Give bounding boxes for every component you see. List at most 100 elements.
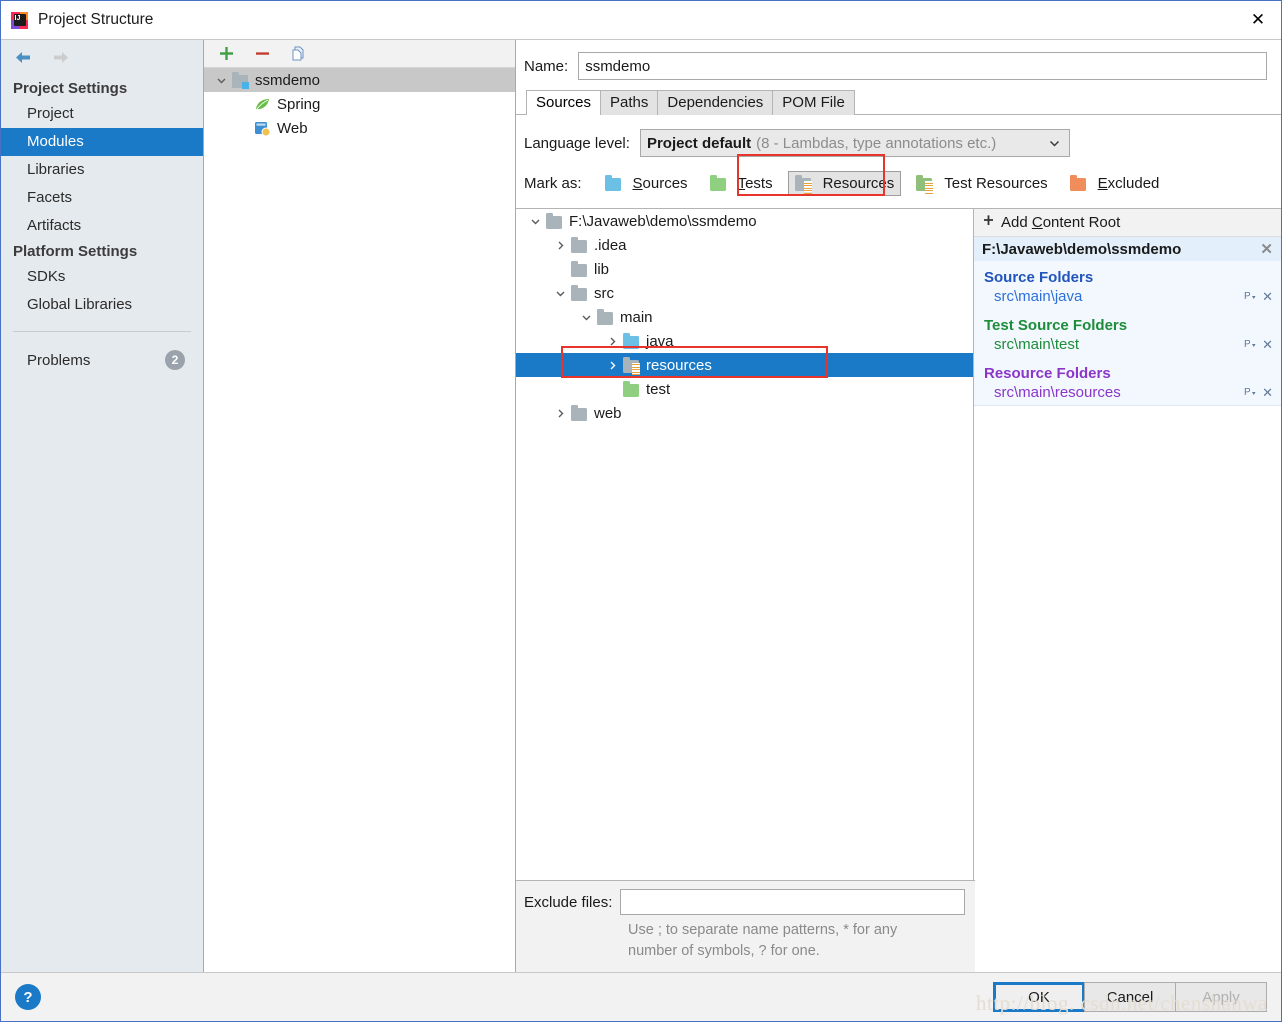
remove-source-folder-icon[interactable]: ✕ <box>1262 289 1273 305</box>
chevron-down-icon <box>1048 137 1061 154</box>
module-details-panel: Name: Sources Paths Dependencies POM Fil… <box>516 40 1281 972</box>
copy-module-icon[interactable] <box>288 44 308 64</box>
resources-folder-icon <box>623 356 640 375</box>
module-folder-icon <box>232 71 249 89</box>
file-tree-label: web <box>594 404 622 422</box>
exclude-files-hint-line2: number of symbols, ? for one. <box>628 943 820 959</box>
source-folder-entry[interactable]: src\main\java P ✕ <box>974 287 1281 309</box>
chevron-down-icon[interactable] <box>524 216 546 227</box>
exclude-files-row: Exclude files: <box>524 889 965 915</box>
file-tree-row-content-root[interactable]: F:\Javaweb\demo\ssmdemo <box>516 209 973 233</box>
content-root-block: F:\Javaweb\demo\ssmdemo ✕ Source Folders… <box>974 237 1281 406</box>
window-title: Project Structure <box>38 11 154 28</box>
project-structure-dialog: Project Structure ✕ Project Settings Pro… <box>0 0 1282 1022</box>
sidebar-group-platform-settings: Platform Settings <box>13 243 138 260</box>
chevron-down-icon[interactable] <box>210 75 232 86</box>
tab-paths[interactable]: Paths <box>600 90 659 115</box>
mark-as-resources-button[interactable]: Resources <box>787 171 902 196</box>
module-tree-label: Web <box>277 119 308 137</box>
plus-icon <box>982 214 995 231</box>
help-button[interactable]: ? <box>15 984 41 1010</box>
resource-folders-title: Resource Folders <box>984 365 1111 382</box>
sidebar-item-modules[interactable]: Modules <box>1 128 203 156</box>
tab-sources[interactable]: Sources <box>526 90 602 115</box>
sidebar-item-artifacts[interactable]: Artifacts <box>1 212 203 240</box>
exclude-files-hint-line1: Use ; to separate name patterns, * for a… <box>628 922 898 938</box>
intellij-idea-icon <box>11 11 28 29</box>
module-tree-row-ssmdemo[interactable]: ssmdemo <box>204 68 515 92</box>
resource-folder-actions: P ✕ <box>1244 385 1273 401</box>
sidebar-item-libraries[interactable]: Libraries <box>1 156 203 184</box>
test-resources-folder-icon <box>916 175 934 194</box>
chevron-down-icon[interactable] <box>575 312 597 323</box>
exclude-files-input[interactable] <box>620 889 965 915</box>
properties-icon[interactable]: P <box>1244 385 1258 401</box>
language-level-row: Language level: Project default (8 - Lam… <box>516 115 1281 157</box>
sidebar-item-project[interactable]: Project <box>1 100 203 128</box>
mark-as-tests-button[interactable]: Tests <box>703 171 780 196</box>
problems-count-badge: 2 <box>165 350 185 370</box>
file-tree-row-idea[interactable]: .idea <box>516 233 973 257</box>
file-tree-label: java <box>646 332 674 350</box>
content-file-tree: F:\Javaweb\demo\ssmdemo .idea lib src ma… <box>516 209 974 880</box>
file-tree-label: lib <box>594 260 610 278</box>
language-level-value: Project default <box>646 134 752 152</box>
folder-grey-icon <box>571 236 588 253</box>
web-facet-icon <box>254 121 271 136</box>
tab-dependencies[interactable]: Dependencies <box>657 90 774 115</box>
sources-folder-icon <box>604 175 622 191</box>
properties-icon[interactable]: P <box>1244 289 1258 305</box>
svg-text:P: P <box>1244 339 1251 350</box>
module-tree-row-spring[interactable]: Spring <box>204 92 515 116</box>
modules-panel: ssmdemo Spring Web <box>204 40 516 972</box>
module-name-input[interactable] <box>578 52 1267 80</box>
file-tree-row-java[interactable]: java <box>516 329 973 353</box>
settings-sidebar: Project Settings Project Modules Librari… <box>1 40 204 972</box>
sidebar-item-facets[interactable]: Facets <box>1 184 203 212</box>
sidebar-nav-arrows <box>1 40 203 68</box>
dialog-body: Project Settings Project Modules Librari… <box>1 39 1281 972</box>
remove-resource-folder-icon[interactable]: ✕ <box>1262 385 1273 401</box>
chevron-down-icon[interactable] <box>549 288 571 299</box>
sidebar-item-sdks[interactable]: SDKs <box>1 263 203 291</box>
mark-as-excluded-button[interactable]: Excluded <box>1063 171 1167 196</box>
test-source-folder-entry[interactable]: src\main\test P ✕ <box>974 335 1281 357</box>
resources-folder-icon <box>794 175 812 194</box>
file-tree-row-web[interactable]: web <box>516 401 973 425</box>
remove-content-root-icon[interactable]: ✕ <box>1260 240 1273 258</box>
sidebar-list: Project Settings Project Modules Librari… <box>1 68 203 374</box>
mark-as-sources-button[interactable]: Sources <box>598 171 695 196</box>
chevron-right-icon[interactable] <box>549 408 571 419</box>
chevron-right-icon[interactable] <box>601 336 623 347</box>
tab-pom-file[interactable]: POM File <box>772 90 855 115</box>
remove-test-source-folder-icon[interactable]: ✕ <box>1262 337 1273 353</box>
mark-as-test-resources-button[interactable]: Test Resources <box>909 171 1054 196</box>
close-icon[interactable]: ✕ <box>1235 1 1281 38</box>
resource-folder-entry[interactable]: src\main\resources P ✕ <box>974 383 1281 405</box>
add-content-root-button[interactable]: Add Content Root <box>974 209 1281 237</box>
mark-as-sources-label: Sources <box>632 175 688 192</box>
back-arrow-icon[interactable] <box>13 48 34 67</box>
sidebar-item-problems[interactable]: Problems 2 <box>1 346 203 374</box>
language-level-select[interactable]: Project default (8 - Lambdas, type annot… <box>639 129 1070 157</box>
file-tree-row-main[interactable]: main <box>516 305 973 329</box>
folder-grey-icon <box>571 260 588 277</box>
sidebar-item-global-libraries[interactable]: Global Libraries <box>1 291 203 319</box>
file-tree-row-test[interactable]: test <box>516 377 973 401</box>
modules-tree: ssmdemo Spring Web <box>204 68 515 140</box>
properties-icon[interactable]: P <box>1244 337 1258 353</box>
remove-module-icon[interactable] <box>252 44 272 64</box>
modules-toolbar <box>204 40 515 68</box>
file-tree-row-lib[interactable]: lib <box>516 257 973 281</box>
source-folder-actions: P ✕ <box>1244 289 1273 305</box>
add-module-icon[interactable] <box>216 44 236 64</box>
file-tree-row-resources[interactable]: resources <box>516 353 973 377</box>
chevron-right-icon[interactable] <box>549 240 571 251</box>
folder-green-icon <box>623 380 640 397</box>
module-tree-row-web[interactable]: Web <box>204 116 515 140</box>
source-folder-path: src\main\java <box>994 288 1083 305</box>
file-tree-row-src[interactable]: src <box>516 281 973 305</box>
mark-as-excluded-label: Excluded <box>1097 175 1160 192</box>
chevron-right-icon[interactable] <box>601 360 623 371</box>
content-root-path: F:\Javaweb\demo\ssmdemo <box>982 240 1182 258</box>
